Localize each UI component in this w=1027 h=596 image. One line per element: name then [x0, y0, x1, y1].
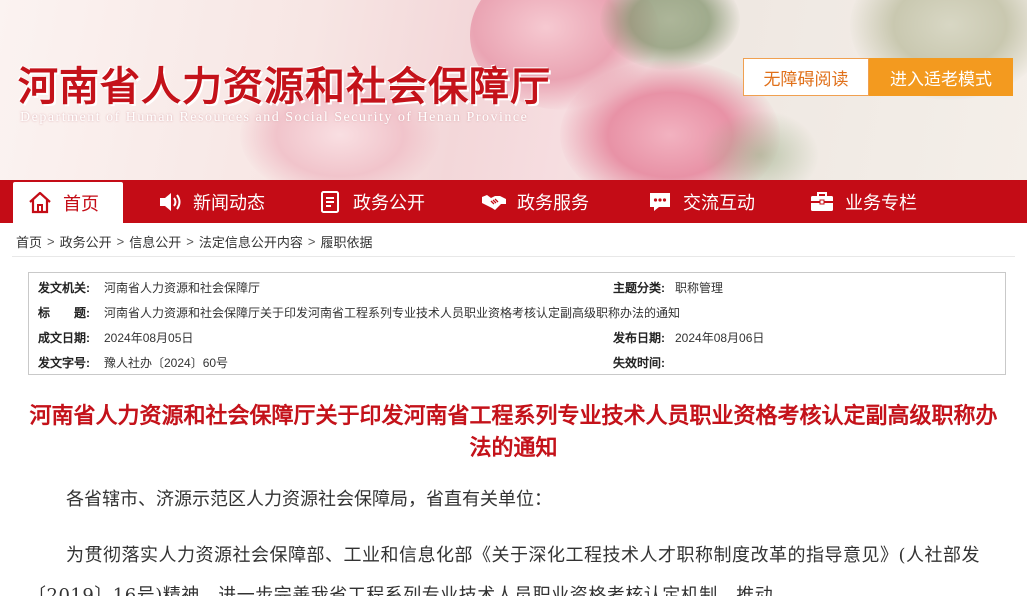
site-subtitle: Department of Human Resources and Social… — [20, 110, 529, 125]
document-icon — [321, 190, 339, 213]
breadcrumb-duty-basis[interactable]: 履职依据 — [320, 232, 372, 251]
doc-number-label: 发文字号: — [38, 356, 90, 370]
meta-row: 成文日期: 2024年08月05日 发布日期: 2024年08月06日 — [29, 325, 1005, 350]
nav-item-home[interactable]: 首页 — [13, 182, 123, 223]
issuer-value: 河南省人力资源和社会保障厅 — [104, 281, 261, 295]
nav-item-news[interactable]: 新闻动态 — [145, 180, 265, 223]
article-salutation: 各省辖市、济源示范区人力资源社会保障局，省直有关单位： — [66, 489, 552, 510]
breadcrumb-home[interactable]: 首页 — [16, 232, 42, 251]
expiry-label: 失效时间: — [613, 356, 665, 370]
home-icon — [29, 191, 51, 213]
nav-label: 新闻动态 — [193, 192, 265, 213]
briefcase-icon — [811, 191, 833, 211]
meta-row: 标 题: 河南省人力资源和社会保障厅关于印发河南省工程系列专业技术人员职业资格考… — [29, 300, 1005, 325]
issuer-label: 发文机关: — [38, 281, 90, 295]
breadcrumb-statutory-info[interactable]: 法定信息公开内容 — [199, 232, 303, 251]
site-title: 河南省人力资源和社会保障厅 — [18, 63, 551, 110]
title-label: 标 题: — [38, 306, 90, 320]
nav-item-interaction[interactable]: 交流互动 — [635, 180, 755, 223]
divider — [12, 256, 1015, 257]
nav-label: 首页 — [63, 193, 99, 214]
published-date-label: 发布日期: — [613, 331, 665, 345]
article-paragraph: 为贯彻落实人力资源社会保障部、工业和信息化部《关于深化工程技术人才职称制度改革的… — [28, 545, 981, 596]
handshake-icon — [482, 194, 506, 210]
nav-item-gov-affairs[interactable]: 政务公开 — [305, 180, 425, 223]
nav-label: 业务专栏 — [845, 192, 917, 213]
breadcrumb: 首页 > 政务公开 > 信息公开 > 法定信息公开内容 > 履职依据 — [16, 232, 372, 250]
breadcrumb-separator: > — [307, 233, 316, 249]
meta-row: 发文字号: 豫人社办〔2024〕60号 失效时间: — [29, 350, 1005, 375]
written-date-label: 成文日期: — [38, 331, 90, 345]
main-nav: 首页 新闻动态 政务公开 政务服务 交流互动 业务专栏 — [0, 180, 1027, 223]
doc-number-value: 豫人社办〔2024〕60号 — [104, 356, 229, 370]
chat-icon — [650, 192, 670, 211]
nav-item-gov-services[interactable]: 政务服务 — [469, 180, 589, 223]
meta-row: 发文机关: 河南省人力资源和社会保障厅 主题分类: 职称管理 — [29, 275, 1005, 300]
accessible-reading-button[interactable]: 无障碍阅读 — [743, 58, 869, 96]
breadcrumb-gov-affairs[interactable]: 政务公开 — [60, 232, 112, 251]
nav-label: 政务服务 — [517, 192, 589, 213]
breadcrumb-info-disclosure[interactable]: 信息公开 — [129, 232, 181, 251]
nav-label: 政务公开 — [353, 192, 425, 213]
breadcrumb-separator: > — [47, 233, 55, 249]
category-value: 职称管理 — [675, 281, 724, 295]
published-date-value: 2024年08月06日 — [675, 331, 765, 345]
speaker-icon — [160, 192, 181, 211]
written-date-value: 2024年08月05日 — [104, 331, 194, 345]
elder-mode-button[interactable]: 进入适老模式 — [869, 58, 1013, 96]
nav-label: 交流互动 — [683, 192, 755, 213]
breadcrumb-separator: > — [186, 233, 194, 249]
article-title: 河南省人力资源和社会保障厅关于印发河南省工程系列专业技术人员职业资格考核认定副高… — [29, 403, 998, 460]
nav-item-business-column[interactable]: 业务专栏 — [797, 180, 917, 223]
title-value: 河南省人力资源和社会保障厅关于印发河南省工程系列专业技术人员职业资格考核认定副高… — [104, 306, 681, 320]
document-meta-table: 发文机关: 河南省人力资源和社会保障厅 主题分类: 职称管理 标 题: 河南省人… — [28, 272, 1006, 375]
breadcrumb-separator: > — [116, 233, 125, 249]
category-label: 主题分类: — [613, 281, 665, 295]
site-header: 河南省人力资源和社会保障厅 Department of Human Resour… — [0, 0, 1027, 180]
